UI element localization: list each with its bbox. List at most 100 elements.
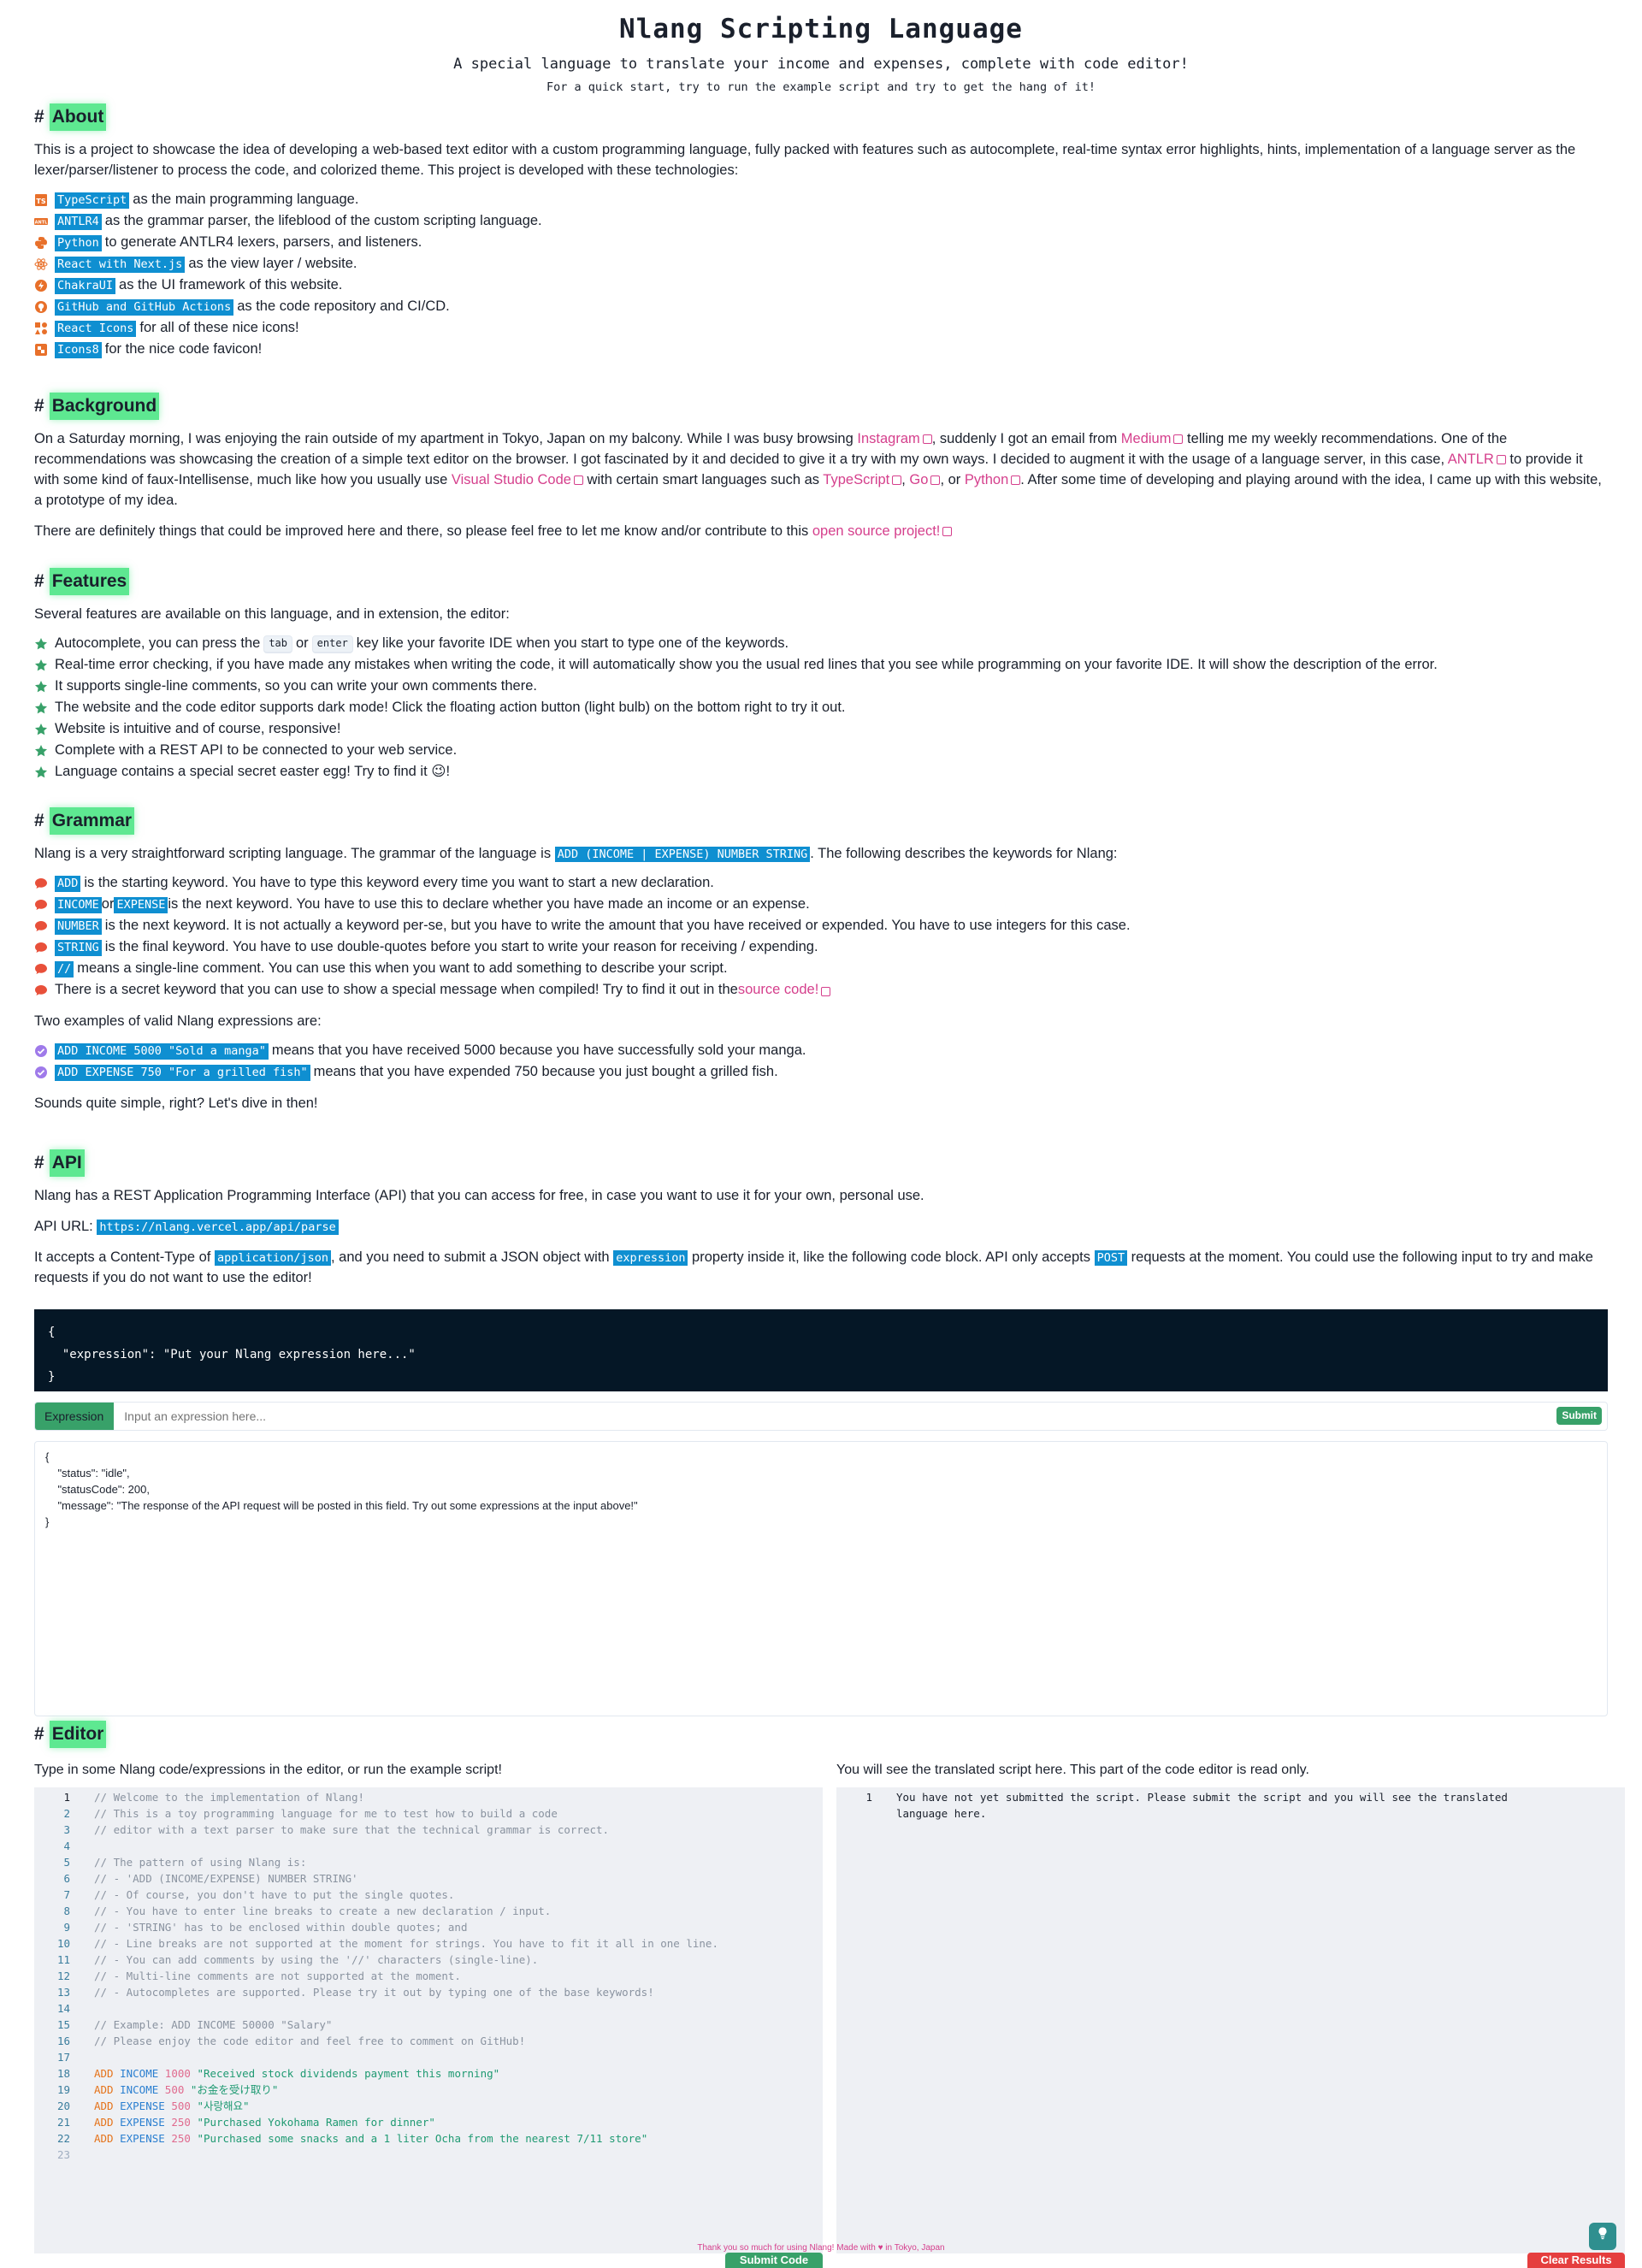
svg-text:ANTL: ANTL	[35, 221, 48, 226]
line-number: 6	[63, 1872, 70, 1885]
react-icon	[34, 257, 48, 271]
code-line: 7 // - Of course, you don't have to put t…	[34, 1887, 823, 1903]
tech-tag: React with Next.js	[55, 256, 186, 273]
external-link-icon	[573, 475, 583, 485]
code-line: 20 ADD EXPENSE 500 "사랑해요"	[34, 2098, 823, 2114]
amount: 250	[171, 2132, 191, 2145]
medium-link[interactable]: Medium	[1121, 431, 1172, 446]
about-heading: # About	[34, 103, 1608, 131]
line-number: 19	[56, 2083, 70, 2096]
open-source-link[interactable]: open source project!	[812, 523, 941, 539]
input-editor-caption: Type in some Nlang code/expressions in t…	[34, 1763, 502, 1777]
output-editor-caption: You will see the translated script here.…	[836, 1763, 1309, 1777]
star-icon	[34, 701, 48, 715]
code-comment: // Please enjoy the code editor and feel…	[94, 2035, 526, 2047]
code-comment: // - Autocompletes are supported. Please…	[94, 1986, 654, 1999]
grammar-pattern-tag: ADD (INCOME | EXPENSE) NUMBER STRING	[554, 847, 811, 862]
star-icon	[34, 744, 48, 758]
code-line: 16 // Please enjoy the code editor and fe…	[34, 2033, 823, 2049]
line-number: 21	[56, 2116, 70, 2129]
code-comment: // - 'STRING' has to be enclosed within …	[94, 1921, 468, 1934]
external-link-icon	[1496, 454, 1506, 464]
line-number: 10	[56, 1937, 70, 1950]
submit-expression-button[interactable]: Submit	[1556, 1406, 1602, 1426]
antlr-icon: ANTL	[34, 215, 48, 228]
grammar-heading: # Grammar	[34, 807, 1608, 835]
icons8-icon	[34, 343, 48, 357]
tech-tag: GitHub and GitHub Actions	[55, 298, 234, 316]
code-line: 19 ADD INCOME 500 "お金を受け取り"	[34, 2082, 823, 2098]
code-editor[interactable]: 1 // Welcome to the implementation of Nla…	[34, 1787, 823, 2253]
code-comment: // - You can add comments by using the '…	[94, 1953, 539, 1966]
tech-description: as the UI framework of this website.	[119, 277, 343, 293]
line-number: 3	[63, 1823, 70, 1836]
chat-bubble-icon	[34, 919, 48, 933]
code-comment	[70, 2000, 94, 2017]
features-intro: Several features are available on this l…	[34, 606, 510, 622]
keyword-add: ADD	[94, 2100, 114, 2112]
expression-input[interactable]	[114, 1409, 1557, 1423]
api-url[interactable]: https://nlang.vercel.app/api/parse	[97, 1219, 339, 1235]
code-line: 10 // - Line breaks are not supported at …	[34, 1935, 823, 1952]
code-comment	[70, 2049, 94, 2065]
contribute-paragraph: There are definitely things that could b…	[34, 522, 1608, 542]
keyword-item: INCOME or EXPENSE is the next keyword. Y…	[34, 895, 1608, 916]
line-number: 2	[63, 1807, 70, 1820]
keyword-type: EXPENSE	[120, 2116, 165, 2129]
background-paragraph: On a Saturday morning, I was enjoying th…	[34, 431, 1602, 508]
external-link-icon	[922, 434, 932, 444]
page-title: Nlang Scripting Language	[619, 14, 1023, 44]
submit-code-button[interactable]: Submit Code	[725, 2253, 823, 2268]
keyword-item: STRING is the final keyword. You have to…	[34, 937, 1608, 959]
vscode-link[interactable]: Visual Studio Code	[452, 472, 571, 487]
code-line: 22 ADD EXPENSE 250 "Purchased some snacks…	[34, 2130, 823, 2147]
grammar-intro: Nlang is a very straightforward scriptin…	[34, 846, 1118, 862]
line-number: 7	[63, 1888, 70, 1901]
tech-item: ANTL ANTLR4 as the grammar parser, the li…	[34, 211, 1608, 233]
chat-bubble-icon	[34, 962, 48, 976]
source-code-link[interactable]: source code!	[738, 980, 818, 1001]
react-icons-icon	[34, 322, 48, 335]
instagram-link[interactable]: Instagram	[857, 431, 919, 446]
feature-text: Website is intuitive and of course, resp…	[55, 721, 341, 737]
keyword-item: There is a secret keyword that you can u…	[34, 980, 1608, 1001]
chat-bubble-icon	[34, 877, 48, 890]
tech-description: as the main programming language.	[133, 192, 359, 208]
code-line: 6 // - 'ADD (INCOME/EXPENSE) NUMBER STRIN…	[34, 1870, 823, 1887]
tech-list: TS TypeScript as the main programming lan…	[34, 190, 1608, 361]
line-number: 14	[56, 2002, 70, 2015]
feature-item: Real-time error checking, if you have ma…	[34, 655, 1608, 676]
line-number: 5	[63, 1856, 70, 1869]
line-number: 15	[56, 2018, 70, 2031]
examples-intro: Two examples of valid Nlang expressions …	[34, 1013, 322, 1029]
output-editor-column: You will see the translated script here.…	[836, 1760, 1625, 2253]
typescript-link[interactable]: TypeScript	[823, 472, 889, 487]
keyword-add: ADD	[94, 2067, 114, 2080]
tech-tag: React Icons	[55, 320, 137, 337]
keyword-list: ADD is the starting keyword. You have to…	[34, 873, 1608, 1001]
features-section: # Features Several features are available…	[34, 568, 1608, 783]
line-number: 8	[63, 1905, 70, 1917]
code-line: 12 // - Multi-line comments are not suppo…	[34, 1968, 823, 1984]
features-list-rest: Real-time error checking, if you have ma…	[34, 655, 1608, 783]
code-comment: // Welcome to the implementation of Nlan…	[94, 1791, 365, 1804]
go-link[interactable]: Go	[909, 472, 928, 487]
tech-description: for the nice code favicon!	[104, 341, 263, 357]
line-number: 20	[56, 2100, 70, 2112]
background-heading: # Background	[34, 393, 1608, 420]
tech-description: as the view layer / website.	[188, 256, 357, 272]
antlr-link[interactable]: ANTLR	[1448, 452, 1494, 467]
line-number: 1	[63, 1791, 70, 1804]
feature-text: Language contains a special secret easte…	[55, 764, 451, 780]
tech-description: as the grammar parser, the lifeblood of …	[104, 213, 542, 229]
code-line: 14	[34, 2000, 823, 2017]
python-link[interactable]: Python	[965, 472, 1008, 487]
clear-results-button[interactable]: Clear Results	[1527, 2253, 1625, 2268]
api-response-field[interactable]: { "status": "idle", "statusCode": 200, "…	[34, 1440, 1608, 1716]
feature-text: The website and the code editor supports…	[55, 700, 846, 716]
code-comment: // Example: ADD INCOME 50000 "Salary"	[94, 2018, 333, 2031]
enter-key: enter	[311, 635, 353, 653]
keyword-item: NUMBER is the next keyword. It is not ac…	[34, 916, 1608, 937]
background-section: # Background On a Saturday morning, I was…	[34, 393, 1608, 542]
example-item: ADD INCOME 5000 "Sold a manga" means tha…	[34, 1041, 1608, 1062]
